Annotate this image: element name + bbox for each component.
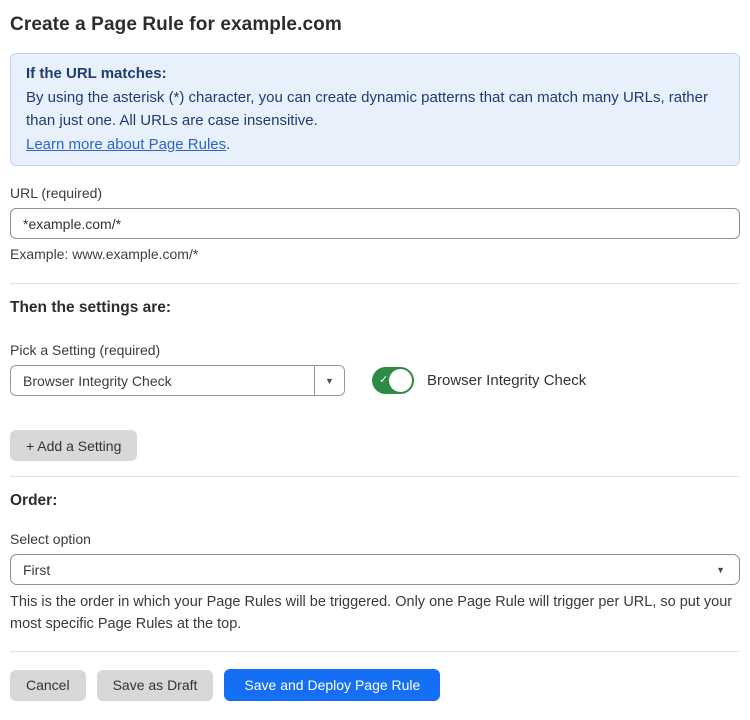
settings-section-heading: Then the settings are:: [10, 299, 740, 317]
info-box-heading: If the URL matches:: [26, 62, 724, 86]
setting-toggle[interactable]: ✓: [372, 367, 414, 394]
setting-dropdown-value: Browser Integrity Check: [11, 366, 314, 395]
info-box-body: By using the asterisk (*) character, you…: [26, 86, 724, 133]
link-suffix: .: [226, 136, 230, 153]
create-page-rule-form: Create a Page Rule for example.com If th…: [0, 0, 750, 701]
setting-toggle-label: Browser Integrity Check: [427, 372, 586, 389]
toggle-knob: [389, 369, 412, 392]
order-section-heading: Order:: [10, 492, 740, 510]
url-match-info-box: If the URL matches: By using the asteris…: [10, 53, 740, 166]
save-deploy-button[interactable]: Save and Deploy Page Rule: [224, 669, 440, 701]
footer-actions: Cancel Save as Draft Save and Deploy Pag…: [10, 669, 740, 701]
order-select-value: First: [23, 562, 50, 578]
setting-dropdown[interactable]: Browser Integrity Check ▼: [10, 365, 345, 396]
divider: [10, 651, 740, 652]
divider: [10, 283, 740, 284]
check-icon: ✓: [379, 373, 388, 387]
save-draft-button[interactable]: Save as Draft: [97, 670, 214, 701]
pick-setting-label: Pick a Setting (required): [10, 342, 740, 358]
url-example-helper: Example: www.example.com/*: [10, 246, 740, 262]
learn-more-link[interactable]: Learn more about Page Rules: [26, 136, 226, 153]
order-helper-text: This is the order in which your Page Rul…: [10, 591, 740, 635]
cancel-button[interactable]: Cancel: [10, 670, 86, 701]
order-select-label: Select option: [10, 531, 740, 547]
setting-row: Browser Integrity Check ▼ ✓ Browser Inte…: [10, 365, 740, 396]
setting-dropdown-arrow[interactable]: ▼: [314, 366, 344, 395]
url-label: URL (required): [10, 185, 740, 201]
caret-down-icon: ▼: [325, 376, 334, 386]
order-select[interactable]: First ▼: [10, 554, 740, 585]
caret-down-icon: ▼: [716, 565, 725, 575]
divider: [10, 476, 740, 477]
page-title: Create a Page Rule for example.com: [10, 14, 740, 36]
add-setting-button[interactable]: + Add a Setting: [10, 430, 137, 461]
url-input[interactable]: [10, 208, 740, 239]
info-box-link-line: Learn more about Page Rules.: [26, 133, 724, 157]
